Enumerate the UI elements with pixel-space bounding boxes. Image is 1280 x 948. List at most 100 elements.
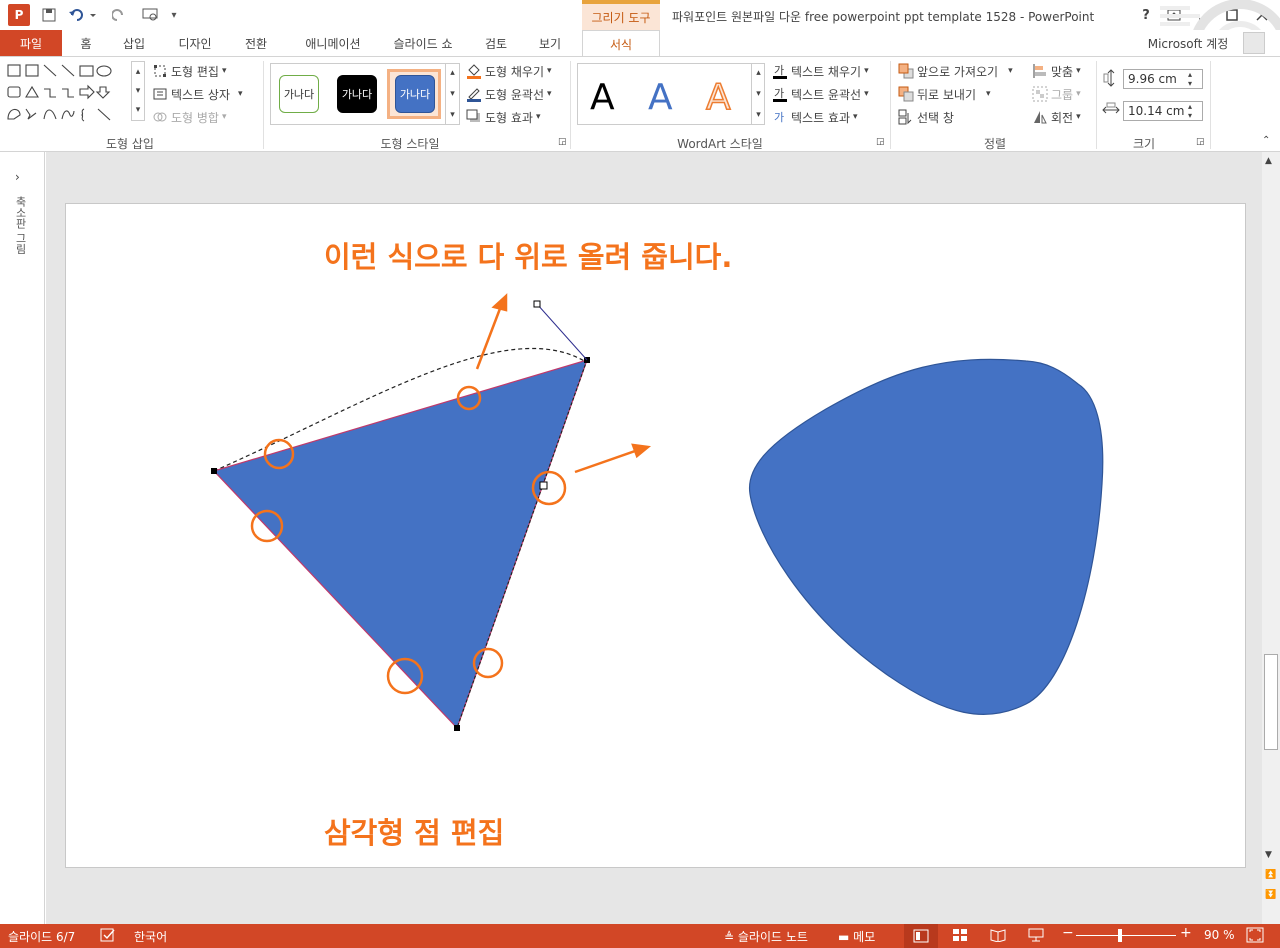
send-backward-button[interactable]: 뒤로 보내기 ▾ xyxy=(898,84,991,104)
previous-slide-icon[interactable]: ⏫ xyxy=(1265,870,1276,880)
present-icon[interactable] xyxy=(138,4,164,26)
group-separator xyxy=(890,61,891,149)
bring-forward-button[interactable]: 앞으로 가져오기 ▾ xyxy=(898,61,1013,81)
window-title: 파워포인트 원본파일 다운 free powerpoint ppt templa… xyxy=(672,10,1095,24)
curved-result-shape xyxy=(748,358,1104,715)
expand-thumbnails-icon[interactable]: › xyxy=(15,170,20,184)
shape-gallery[interactable] xyxy=(6,63,134,123)
save-icon[interactable] xyxy=(38,4,60,26)
scroll-up-icon[interactable]: ▲ xyxy=(1265,156,1272,166)
redo-icon[interactable] xyxy=(108,4,130,26)
group-icon xyxy=(1032,86,1048,102)
height-spinner[interactable]: ▴ ▾ xyxy=(1188,70,1192,88)
triangle-shape xyxy=(212,359,588,730)
shape-effects-button[interactable]: 도형 효과 ▾ xyxy=(466,107,541,127)
slideshow-button[interactable] xyxy=(1028,928,1044,945)
group-label-shape-styles: 도형 스타일 xyxy=(380,137,440,151)
reading-view-icon xyxy=(990,929,1006,943)
next-slide-icon[interactable]: ⏬ xyxy=(1265,890,1276,900)
wordart-style-blue[interactable]: A xyxy=(648,77,673,118)
shape-style-scroll[interactable]: ▴ ▾ ▾ xyxy=(445,63,459,125)
account-avatar[interactable] xyxy=(1240,30,1268,56)
group-separator xyxy=(1096,61,1097,149)
merge-shapes-label: 도형 병합 xyxy=(171,110,219,125)
align-label: 맞춤 xyxy=(1051,64,1074,79)
dialog-launcher-icon[interactable]: ◲ xyxy=(1196,137,1205,147)
zoom-slider-thumb[interactable] xyxy=(1118,929,1122,942)
language-indicator[interactable]: 한국어 xyxy=(134,928,167,945)
tab-review[interactable]: 검토 xyxy=(474,30,518,56)
collapse-ribbon-icon[interactable]: ⌃ xyxy=(1262,135,1270,146)
selection-pane-icon xyxy=(898,109,914,125)
edit-shape-label: 도형 편집 xyxy=(171,64,219,79)
effects-icon xyxy=(466,109,482,125)
bring-forward-label: 앞으로 가져오기 xyxy=(917,64,999,79)
tab-design[interactable]: 디자인 xyxy=(166,30,224,56)
normal-view-icon xyxy=(913,929,929,943)
bezier-handle xyxy=(533,300,541,308)
tab-view[interactable]: 보기 xyxy=(528,30,572,56)
shape-gallery-scroll[interactable]: ▴ ▾ ▾ xyxy=(131,61,145,121)
wordart-style-outline[interactable]: A xyxy=(705,76,731,119)
slide-counter: 슬라이드 6/7 xyxy=(8,930,76,944)
tab-format[interactable]: 서식 xyxy=(582,30,660,57)
scroll-thumb[interactable] xyxy=(1264,654,1278,750)
edit-shape-button[interactable]: 도형 편집 ▾ xyxy=(152,61,227,81)
slide-headline[interactable]: 이런 식으로 다 위로 올려 줍니다. xyxy=(324,234,732,276)
selection-pane-button[interactable]: 선택 창 xyxy=(898,107,954,127)
dialog-launcher-icon[interactable]: ◲ xyxy=(558,137,567,147)
align-button[interactable]: 맞춤 ▾ xyxy=(1032,61,1081,81)
tab-file[interactable]: 파일 xyxy=(0,30,62,56)
shape-fill-button[interactable]: 도형 채우기 ▾ xyxy=(466,61,552,81)
tab-transitions[interactable]: 전환 xyxy=(234,30,278,56)
zoom-level[interactable]: 90 % xyxy=(1204,928,1235,942)
shape-height-icon xyxy=(1102,69,1120,87)
normal-view-button[interactable] xyxy=(904,924,938,948)
notes-button[interactable]: ≜ 슬라이드 노트 xyxy=(724,928,808,945)
scroll-down-icon[interactable]: ▼ xyxy=(1265,850,1272,860)
customize-qat-icon[interactable]: ▾ xyxy=(166,4,182,26)
tab-animations[interactable]: 애니메이션 xyxy=(288,30,378,56)
rotate-label: 회전 xyxy=(1051,110,1074,125)
width-spinner[interactable]: ▴ ▾ xyxy=(1188,102,1192,120)
text-fill-icon: 가 xyxy=(772,63,788,79)
style-swatch-blue[interactable]: 가나다 xyxy=(395,75,435,113)
group-label: 그룹 xyxy=(1051,87,1074,102)
vertex-handle xyxy=(454,725,460,731)
fit-to-window-icon[interactable] xyxy=(1246,927,1264,946)
slide[interactable]: 이런 식으로 다 위로 올려 줍니다. 삼각형 점 편집 xyxy=(65,203,1246,868)
reading-view-button[interactable] xyxy=(990,928,1006,945)
zoom-out-icon[interactable]: − xyxy=(1062,925,1074,941)
tab-slideshow[interactable]: 슬라이드 쇼 xyxy=(384,30,462,56)
rotate-button[interactable]: 회전 ▾ xyxy=(1032,107,1081,127)
zoom-in-icon[interactable]: + xyxy=(1180,925,1192,941)
tab-home[interactable]: 홈 xyxy=(70,30,102,56)
slide-caption[interactable]: 삼각형 점 편집 xyxy=(324,810,504,852)
tab-insert[interactable]: 삽입 xyxy=(112,30,156,56)
vertical-scrollbar[interactable]: ▲ ▼ ⏫ ⏬ xyxy=(1262,152,1280,924)
text-fill-button[interactable]: 가 텍스트 채우기 ▾ xyxy=(772,61,869,81)
wordart-scroll[interactable]: ▴ ▾ ▾ xyxy=(751,63,765,125)
slide-sorter-button[interactable] xyxy=(952,928,968,945)
text-box-button[interactable]: 텍스트 상자 ▾ xyxy=(152,84,243,104)
style-swatch-outline[interactable]: 가나다 xyxy=(279,75,319,113)
notes-icon: ≜ xyxy=(724,930,738,944)
send-backward-label: 뒤로 보내기 xyxy=(917,87,977,102)
group-button[interactable]: 그룹 ▾ xyxy=(1032,84,1081,104)
comments-button[interactable]: ▬ 메모 xyxy=(838,928,875,945)
dialog-launcher-icon[interactable]: ◲ xyxy=(876,137,885,147)
style-swatch-black[interactable]: 가나다 xyxy=(337,75,377,113)
undo-icon[interactable] xyxy=(66,4,100,26)
edit-points-icon xyxy=(152,63,168,79)
account-label[interactable]: Microsoft 계정 xyxy=(1138,30,1238,56)
shape-outline-button[interactable]: 도형 윤곽선 ▾ xyxy=(466,84,552,104)
zoom-slider-track[interactable] xyxy=(1076,935,1176,936)
spellcheck-icon[interactable] xyxy=(100,927,118,946)
text-outline-button[interactable]: 가 텍스트 윤곽선 ▾ xyxy=(772,84,869,104)
text-effects-button[interactable]: 가 텍스트 효과 ▾ xyxy=(772,107,858,127)
wordart-style-black[interactable]: A xyxy=(590,77,615,118)
group-separator xyxy=(1210,61,1211,149)
merge-shapes-button[interactable]: 도형 병합 ▾ xyxy=(152,107,227,127)
thumbnail-pane-label[interactable]: 축소판 그림 xyxy=(12,196,28,255)
selection-pane-label: 선택 창 xyxy=(917,110,954,125)
